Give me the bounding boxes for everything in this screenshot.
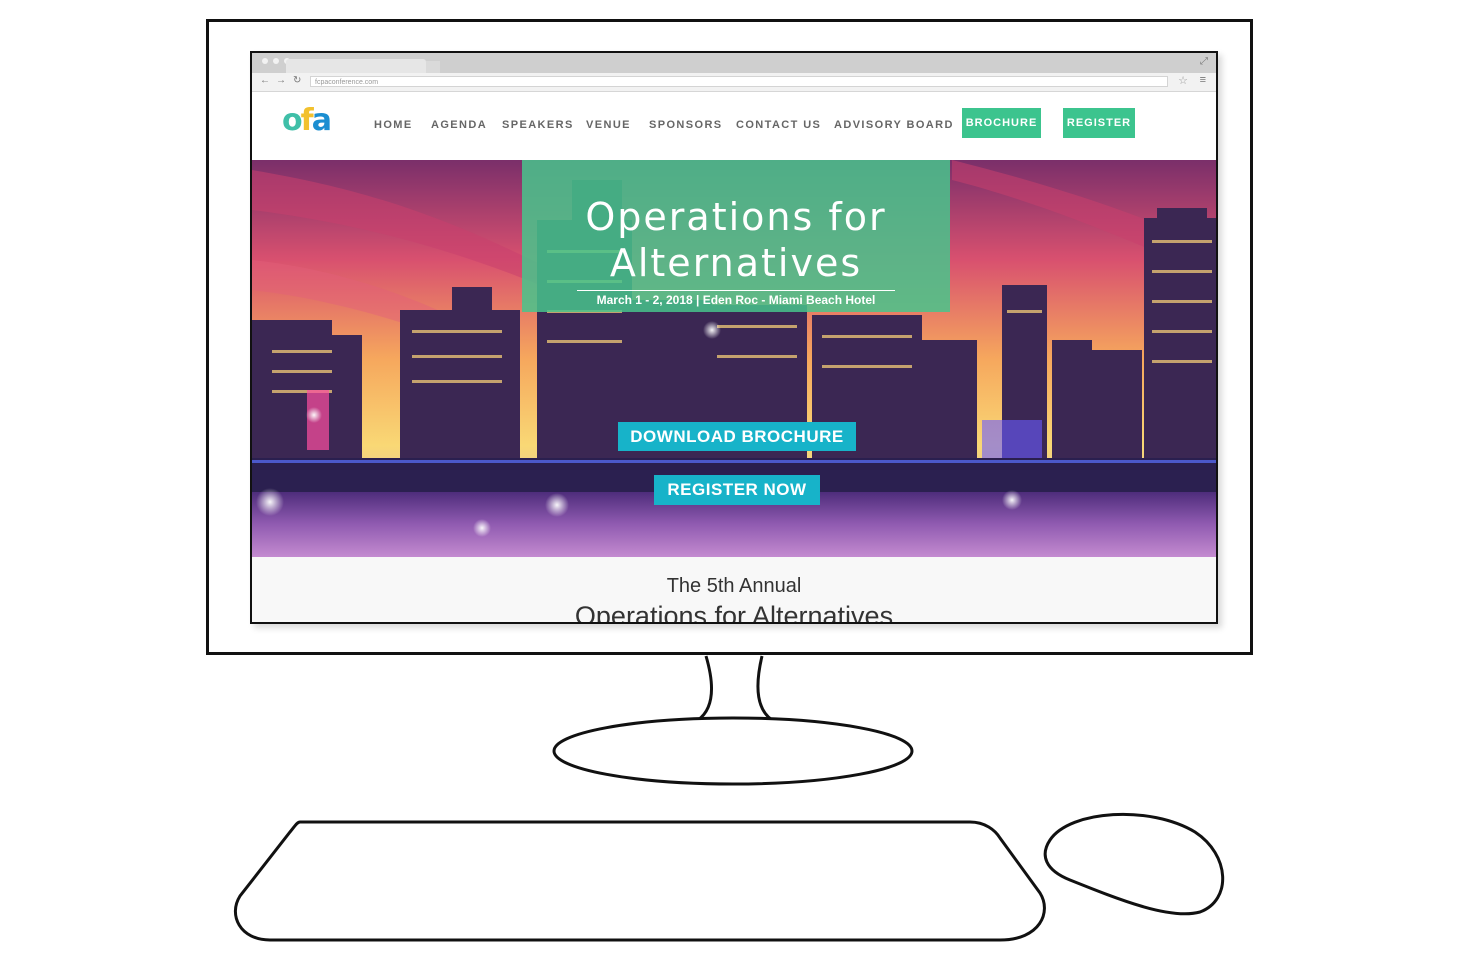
- intro-section: The 5th Annual Operations for Alternativ…: [252, 557, 1216, 624]
- monitor-stand-base: [552, 716, 914, 786]
- register-nav-button[interactable]: REGISTER: [1063, 108, 1135, 138]
- hero-section: Operations for Alternatives March 1 - 2,…: [252, 160, 1216, 557]
- brochure-nav-button[interactable]: BROCHURE: [962, 108, 1041, 138]
- intro-heading: Operations for Alternatives: [574, 601, 894, 624]
- logo-letter-a: a: [311, 103, 332, 138]
- nav-venue[interactable]: VENUE: [586, 119, 631, 131]
- monitor-screen: ⤢ ← → ↻ fcpaconference.com ☆ ≡ ofa HOME …: [250, 51, 1218, 624]
- title-divider: [577, 290, 895, 291]
- download-brochure-button[interactable]: DOWNLOAD BROCHURE: [618, 422, 856, 451]
- hero-title-line2: Alternatives: [609, 241, 863, 285]
- keyboard-outline: [233, 820, 1046, 942]
- new-tab-button[interactable]: [426, 61, 440, 73]
- logo-letter-f: f: [300, 103, 314, 138]
- light-starburst: [703, 321, 721, 339]
- nav-agenda[interactable]: AGENDA: [431, 119, 487, 131]
- annual-edition-text: The 5th Annual: [666, 575, 802, 597]
- nav-home[interactable]: HOME: [374, 119, 413, 131]
- nav-contact-us[interactable]: CONTACT US: [736, 119, 821, 131]
- browser-tab[interactable]: [286, 59, 426, 73]
- bridge: [252, 458, 1216, 470]
- bridge-lights: [252, 460, 1216, 463]
- browser-menu-icon[interactable]: ≡: [1200, 74, 1206, 86]
- light-starburst: [545, 493, 569, 517]
- event-date-location: March 1 - 2, 2018 | Eden Roc - Miami Bea…: [596, 293, 876, 307]
- fullscreen-icon[interactable]: ⤢: [1200, 56, 1208, 67]
- minimize-dot-icon[interactable]: [273, 58, 279, 64]
- light-starburst: [1002, 490, 1022, 510]
- light-starburst: [306, 407, 322, 423]
- back-arrow-icon[interactable]: ←: [260, 75, 270, 86]
- site-logo[interactable]: ofa: [282, 103, 332, 138]
- register-now-button[interactable]: REGISTER NOW: [654, 475, 820, 505]
- address-bar[interactable]: fcpaconference.com: [310, 76, 1168, 87]
- browser-titlebar: ⤢: [252, 53, 1216, 73]
- nav-advisory-board[interactable]: ADVISORY BOARD: [834, 119, 954, 131]
- browser-toolbar: ← → ↻ fcpaconference.com ☆ ≡: [252, 73, 1216, 92]
- light-starburst: [473, 519, 491, 537]
- mouse-outline: [1043, 812, 1225, 916]
- hero-title-line1: Operations for: [585, 195, 887, 239]
- bookmark-star-icon[interactable]: ☆: [1178, 74, 1188, 87]
- light-starburst: [256, 488, 284, 516]
- forward-arrow-icon[interactable]: →: [276, 75, 286, 86]
- nav-speakers[interactable]: SPEAKERS: [502, 119, 574, 131]
- logo-letter-o: o: [282, 103, 303, 138]
- site-header: ofa HOME AGENDA SPEAKERS VENUE SPONSORS …: [252, 92, 1216, 160]
- nav-sponsors[interactable]: SPONSORS: [649, 119, 723, 131]
- reload-icon[interactable]: ↻: [293, 75, 301, 86]
- hero-title: Operations for Alternatives: [522, 194, 950, 286]
- close-dot-icon[interactable]: [262, 58, 268, 64]
- neon-building-accent: [982, 420, 1042, 460]
- monitor-stand-neck: [693, 655, 777, 722]
- hero-title-box: Operations for Alternatives March 1 - 2,…: [522, 160, 950, 312]
